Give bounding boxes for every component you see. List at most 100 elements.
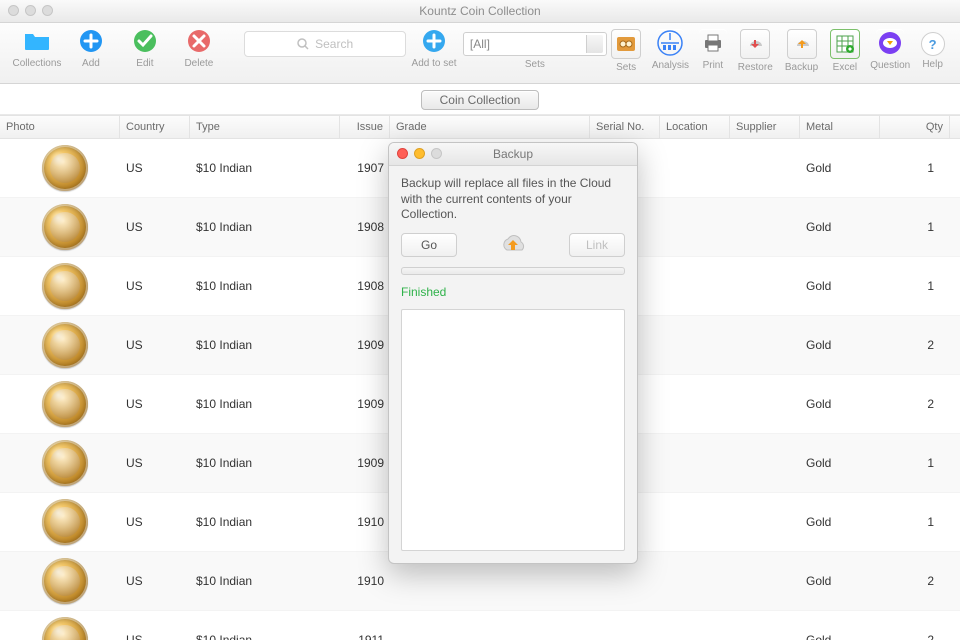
search-icon bbox=[297, 38, 309, 50]
add-to-set-label: Add to set bbox=[412, 58, 457, 69]
help-icon: ? bbox=[929, 37, 937, 52]
traffic-min-dot[interactable] bbox=[25, 5, 36, 16]
sets-dropdown-value: [All] bbox=[470, 37, 490, 51]
excel-icon bbox=[836, 35, 854, 53]
link-button[interactable]: Link bbox=[569, 233, 625, 257]
cell-qty: 2 bbox=[880, 574, 950, 588]
x-circle-icon bbox=[187, 29, 211, 53]
coin-image bbox=[42, 440, 88, 486]
cell-country: US bbox=[120, 338, 190, 352]
cell-metal: Gold bbox=[800, 456, 880, 470]
coin-image bbox=[42, 204, 88, 250]
cell-type: $10 Indian bbox=[190, 220, 340, 234]
window-traffic-lights bbox=[8, 5, 53, 16]
excel-button[interactable]: Excel bbox=[825, 27, 865, 73]
analysis-icon bbox=[657, 30, 683, 56]
main-toolbar: Collections Add Edit Delete Search . Add… bbox=[0, 23, 960, 84]
th-issue[interactable]: Issue bbox=[340, 116, 390, 138]
dialog-close[interactable] bbox=[397, 148, 408, 159]
cell-issue: 1910 bbox=[340, 574, 390, 588]
add-label: Add bbox=[82, 58, 100, 69]
cell-issue: 1909 bbox=[340, 397, 390, 411]
th-type[interactable]: Type bbox=[190, 116, 340, 138]
cell-type: $10 Indian bbox=[190, 574, 340, 588]
traffic-close-dot[interactable] bbox=[8, 5, 19, 16]
table-row[interactable]: US$10 Indian1911Gold2 bbox=[0, 611, 960, 640]
window-title: Kountz Coin Collection bbox=[419, 4, 540, 18]
restore-button[interactable]: Restore bbox=[732, 27, 778, 73]
print-button[interactable]: Print bbox=[694, 27, 733, 71]
delete-label: Delete bbox=[184, 58, 213, 69]
excel-label: Excel bbox=[833, 62, 857, 73]
cell-qty: 2 bbox=[880, 633, 950, 640]
collections-label: Collections bbox=[13, 58, 62, 69]
search-input[interactable]: Search bbox=[244, 31, 406, 57]
coin-image bbox=[42, 617, 88, 640]
th-country[interactable]: Country bbox=[120, 116, 190, 138]
question-button[interactable]: Question bbox=[865, 27, 915, 71]
th-location[interactable]: Location bbox=[660, 116, 730, 138]
cell-issue: 1907 bbox=[340, 161, 390, 175]
cell-metal: Gold bbox=[800, 515, 880, 529]
cell-metal: Gold bbox=[800, 574, 880, 588]
th-supplier[interactable]: Supplier bbox=[730, 116, 800, 138]
cell-qty: 1 bbox=[880, 220, 950, 234]
cell-metal: Gold bbox=[800, 161, 880, 175]
analysis-button[interactable]: Analysis bbox=[647, 27, 693, 71]
backup-label: Backup bbox=[785, 62, 818, 73]
search-group: Search . bbox=[243, 27, 407, 71]
go-button[interactable]: Go bbox=[401, 233, 457, 257]
cell-metal: Gold bbox=[800, 633, 880, 640]
cell-qty: 1 bbox=[880, 279, 950, 293]
th-serial[interactable]: Serial No. bbox=[590, 116, 660, 138]
status-text: Finished bbox=[401, 285, 625, 299]
window-titlebar: Kountz Coin Collection bbox=[0, 0, 960, 23]
th-metal[interactable]: Metal bbox=[800, 116, 880, 138]
progress-bar bbox=[401, 267, 625, 275]
plus-circle-outline-icon bbox=[422, 29, 446, 53]
tab-coin-collection[interactable]: Coin Collection bbox=[421, 90, 540, 110]
dialog-minimize[interactable] bbox=[414, 148, 425, 159]
cell-country: US bbox=[120, 456, 190, 470]
add-button[interactable]: Add bbox=[64, 27, 118, 69]
backup-button[interactable]: Backup bbox=[778, 27, 824, 73]
cell-type: $10 Indian bbox=[190, 633, 340, 640]
check-circle-icon bbox=[133, 29, 157, 53]
sets-dropdown[interactable]: [All] ▲▼ bbox=[463, 32, 607, 56]
cell-metal: Gold bbox=[800, 220, 880, 234]
cell-issue: 1910 bbox=[340, 515, 390, 529]
th-photo[interactable]: Photo bbox=[0, 116, 120, 138]
collections-button[interactable]: Collections bbox=[10, 27, 64, 69]
folder-icon bbox=[24, 31, 50, 51]
cell-country: US bbox=[120, 633, 190, 640]
dialog-message: Backup will replace all files in the Clo… bbox=[401, 176, 625, 223]
dialog-titlebar: Backup bbox=[389, 143, 637, 166]
dialog-zoom bbox=[431, 148, 442, 159]
cell-metal: Gold bbox=[800, 279, 880, 293]
edit-button[interactable]: Edit bbox=[118, 27, 172, 69]
cloud-upload-icon bbox=[496, 234, 530, 256]
restore-icon bbox=[747, 37, 763, 51]
cell-issue: 1909 bbox=[340, 338, 390, 352]
question-label: Question bbox=[870, 60, 910, 71]
cell-type: $10 Indian bbox=[190, 456, 340, 470]
traffic-max-dot[interactable] bbox=[42, 5, 53, 16]
print-icon bbox=[702, 33, 724, 53]
delete-button[interactable]: Delete bbox=[172, 27, 226, 69]
tab-bar: Coin Collection bbox=[0, 84, 960, 115]
coin-image bbox=[42, 322, 88, 368]
log-area[interactable] bbox=[401, 309, 625, 551]
cell-country: US bbox=[120, 220, 190, 234]
cell-country: US bbox=[120, 279, 190, 293]
sets-button[interactable]: Sets bbox=[605, 27, 647, 73]
cell-country: US bbox=[120, 515, 190, 529]
help-button[interactable]: ? Help bbox=[915, 27, 950, 70]
cell-qty: 2 bbox=[880, 338, 950, 352]
th-grade[interactable]: Grade bbox=[390, 116, 590, 138]
sets-group: [All] ▲▼ Sets bbox=[465, 27, 605, 70]
cell-type: $10 Indian bbox=[190, 161, 340, 175]
cell-issue: 1908 bbox=[340, 279, 390, 293]
th-qty[interactable]: Qty bbox=[880, 116, 950, 138]
add-to-set-button[interactable]: Add to set bbox=[407, 27, 461, 69]
cell-issue: 1909 bbox=[340, 456, 390, 470]
